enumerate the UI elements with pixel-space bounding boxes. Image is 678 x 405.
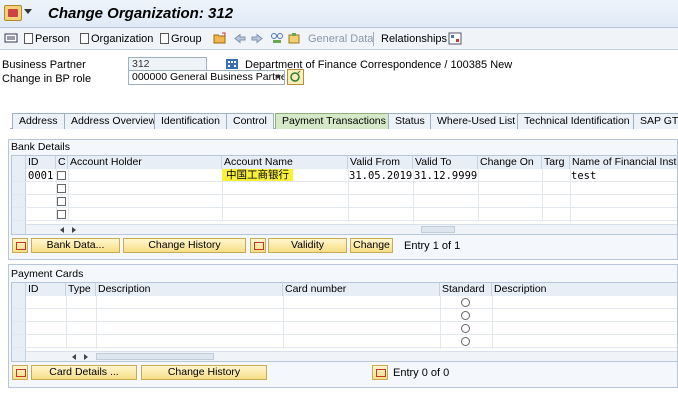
bp-role-select[interactable]: 000000 General Business Partner: [128, 70, 285, 85]
cell-id[interactable]: 0001: [28, 170, 53, 182]
scroll-left-icon[interactable]: [60, 227, 64, 233]
application-toolbar: Person Organization Group General Data R…: [0, 28, 678, 50]
standard-radio[interactable]: [461, 337, 470, 346]
cell-account-name[interactable]: 中国工商银行: [222, 169, 293, 181]
bank-change-history-button[interactable]: Change History: [123, 238, 246, 253]
row-checkbox[interactable]: [57, 197, 66, 206]
horizontal-scrollbar[interactable]: [26, 351, 677, 361]
arrow-left-icon[interactable]: [233, 32, 247, 45]
scrollbar-thumb[interactable]: [96, 353, 214, 360]
sap-menu-icon[interactable]: [4, 5, 22, 21]
table-row[interactable]: [12, 195, 677, 208]
standard-radio[interactable]: [461, 298, 470, 307]
scroll-left-icon[interactable]: [72, 354, 76, 360]
row-checkbox[interactable]: [57, 171, 66, 180]
where-used-icon[interactable]: [270, 32, 284, 45]
bank-details-toolbar-icon[interactable]: [12, 238, 28, 253]
relationships-button[interactable]: Relationships: [381, 31, 447, 47]
table-row[interactable]: [12, 322, 677, 335]
bank-details-table: ID C Account Holder Account Name Valid F…: [11, 155, 678, 235]
column-header-c[interactable]: C: [56, 156, 68, 169]
bank-details-title: Bank Details: [11, 141, 70, 153]
column-header-targ[interactable]: Targ: [542, 156, 570, 169]
bank-entry-counter: Entry 1 of 1: [404, 240, 461, 252]
scroll-right-icon[interactable]: [84, 354, 88, 360]
column-header-card-number[interactable]: Card number: [283, 283, 440, 296]
tab-where-used-list[interactable]: Where-Used List: [430, 113, 523, 129]
cell-financial-institution[interactable]: test: [571, 170, 596, 182]
column-header-account-holder[interactable]: Account Holder: [68, 156, 222, 169]
tab-technical-identification[interactable]: Technical Identification: [517, 113, 637, 129]
row-checkbox[interactable]: [57, 184, 66, 193]
table-row[interactable]: [12, 296, 677, 309]
bank-data-button[interactable]: Bank Data...: [31, 238, 120, 253]
payment-cards-toolbar-icon[interactable]: [12, 365, 28, 380]
row-checkbox[interactable]: [57, 210, 66, 219]
column-header-valid-from[interactable]: Valid From: [348, 156, 413, 169]
card-change-history-button[interactable]: Change History: [141, 365, 267, 380]
tab-control[interactable]: Control: [226, 113, 274, 129]
organization-button[interactable]: Organization: [80, 31, 153, 47]
horizontal-scrollbar[interactable]: [26, 224, 677, 234]
document-icon: [24, 33, 33, 44]
table-row[interactable]: [12, 335, 677, 348]
table-row[interactable]: [12, 208, 677, 221]
arrow-right-icon[interactable]: [250, 32, 264, 45]
standard-radio[interactable]: [461, 324, 470, 333]
scrollbar-thumb[interactable]: [421, 226, 455, 233]
hierarchy-icon[interactable]: [448, 32, 462, 45]
title-bar: Change Organization: 312: [0, 0, 678, 28]
payment-cards-table: ID Type Description Card number Standard…: [11, 282, 678, 362]
toolbar-separator: [373, 32, 374, 46]
general-data-button[interactable]: General Data: [308, 31, 373, 47]
tab-identification[interactable]: Identification: [154, 113, 227, 129]
column-header-id[interactable]: ID: [26, 283, 66, 296]
document-icon: [160, 33, 169, 44]
table-row[interactable]: [12, 309, 677, 322]
column-header-type[interactable]: Type: [66, 283, 96, 296]
tab-address[interactable]: Address: [12, 113, 65, 129]
open-folder-icon[interactable]: [213, 32, 227, 45]
card-entry-counter: Entry 0 of 0: [393, 367, 450, 379]
tab-strip: Address Address Overview Identification …: [10, 113, 678, 129]
document-icon: [80, 33, 89, 44]
tab-sap-gts[interactable]: SAP GTS: [633, 113, 678, 129]
payment-cards-title: Payment Cards: [11, 268, 84, 280]
column-header-id[interactable]: ID: [26, 156, 56, 169]
organization-icon: [226, 59, 238, 69]
chevron-down-icon[interactable]: [24, 9, 32, 14]
cell-valid-to[interactable]: 31.12.9999: [414, 170, 477, 182]
validity-toolbar-icon[interactable]: [250, 238, 266, 253]
table-row[interactable]: 0001 中国工商银行 31.05.2019 31.12.9999 test: [12, 169, 677, 182]
tab-status[interactable]: Status: [388, 113, 432, 129]
tab-address-overview[interactable]: Address Overview: [64, 113, 164, 129]
standard-radio[interactable]: [461, 311, 470, 320]
switch-role-icon[interactable]: [287, 69, 304, 85]
validity-button[interactable]: Validity: [268, 238, 347, 253]
chevron-down-icon[interactable]: [275, 75, 281, 79]
column-header-financial-institution[interactable]: Name of Financial Institut: [570, 156, 677, 169]
scroll-right-icon[interactable]: [72, 227, 76, 233]
display-icon[interactable]: [4, 32, 18, 45]
business-partner-description: Department of Finance Correspondence / 1…: [245, 59, 513, 71]
column-header-standard[interactable]: Standard: [440, 283, 492, 296]
card-validity-toolbar-icon[interactable]: [372, 365, 388, 380]
column-header-change-on[interactable]: Change On: [478, 156, 542, 169]
cell-valid-from[interactable]: 31.05.2019: [349, 170, 412, 182]
group-button[interactable]: Group: [160, 31, 202, 47]
change-button[interactable]: Change: [350, 238, 393, 253]
table-row[interactable]: [12, 182, 677, 195]
page-title: Change Organization: 312: [48, 5, 234, 22]
column-header-account-name[interactable]: Account Name: [222, 156, 348, 169]
card-details-button[interactable]: Card Details ...: [31, 365, 137, 380]
bp-role-label: Change in BP role: [2, 73, 92, 85]
settings-icon[interactable]: [287, 32, 301, 45]
person-button[interactable]: Person: [24, 31, 70, 47]
business-partner-label: Business Partner: [2, 59, 86, 71]
column-header-description-2[interactable]: Description: [492, 283, 677, 296]
tab-payment-transactions[interactable]: Payment Transactions: [275, 113, 393, 129]
column-header-valid-to[interactable]: Valid To: [413, 156, 478, 169]
column-header-description[interactable]: Description: [96, 283, 283, 296]
